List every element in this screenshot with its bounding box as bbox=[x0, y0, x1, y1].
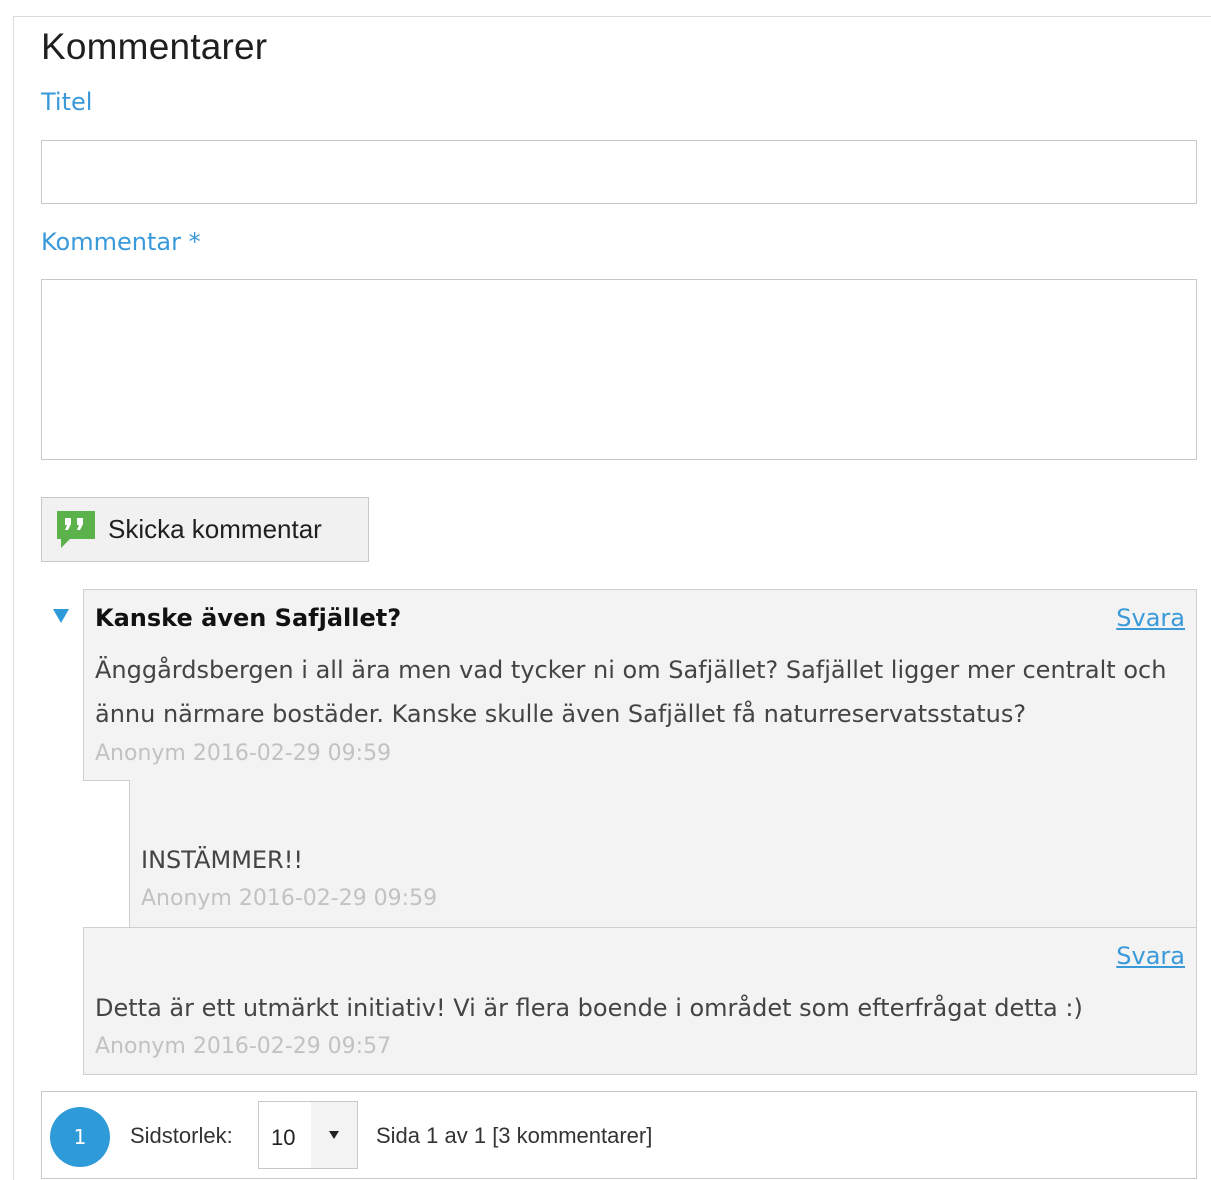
reply-link[interactable]: Svara bbox=[1116, 942, 1185, 970]
comment-reply-item: INSTÄMMER!! Anonym 2016-02-29 09:59 bbox=[129, 780, 1197, 928]
comment-body: INSTÄMMER!! bbox=[141, 846, 303, 874]
comment-label: Kommentar * bbox=[41, 228, 201, 256]
caret-down-icon bbox=[311, 1102, 357, 1168]
submit-comment-button[interactable]: Skicka kommentar bbox=[41, 497, 369, 562]
collapse-thread-toggle[interactable] bbox=[49, 606, 73, 630]
comment-body: Detta är ett utmärkt initiativ! Vi är fl… bbox=[95, 994, 1083, 1022]
page-size-label: Sidstorlek: bbox=[130, 1123, 233, 1148]
comment-meta: Anonym 2016-02-29 09:57 bbox=[95, 1034, 392, 1059]
page-size-value: 10 bbox=[271, 1125, 296, 1150]
comment-textarea[interactable] bbox=[41, 279, 1197, 460]
reply-link[interactable]: Svara bbox=[1116, 604, 1185, 632]
title-input[interactable] bbox=[41, 140, 1197, 204]
page-size-select[interactable]: 10 bbox=[258, 1101, 358, 1169]
page-button-current[interactable]: 1 bbox=[50, 1107, 110, 1167]
comment-body: Änggårdsbergen i all ära men vad tycker … bbox=[95, 656, 1167, 728]
section-title: Kommentarer bbox=[41, 26, 268, 67]
comment-meta: Anonym 2016-02-29 09:59 bbox=[141, 886, 438, 911]
comment-title: Kanske även Safjället? bbox=[95, 604, 402, 632]
comment-item: Svara Detta är ett utmärkt initiativ! Vi… bbox=[83, 927, 1197, 1075]
comment-meta: Anonym 2016-02-29 09:59 bbox=[95, 741, 392, 766]
page-info: Sida 1 av 1 [3 kommentarer] bbox=[376, 1123, 653, 1148]
triangle-down-icon bbox=[52, 608, 70, 628]
submit-comment-label: Skicka kommentar bbox=[108, 514, 322, 544]
comment-item: Kanske även Safjället? Svara Änggårdsber… bbox=[83, 589, 1197, 781]
pagination-bar: 1 Sidstorlek: 10 Sida 1 av 1 [3 kommenta… bbox=[41, 1091, 1197, 1179]
speech-bubble-quote-icon bbox=[54, 508, 98, 552]
title-label: Titel bbox=[41, 88, 93, 116]
